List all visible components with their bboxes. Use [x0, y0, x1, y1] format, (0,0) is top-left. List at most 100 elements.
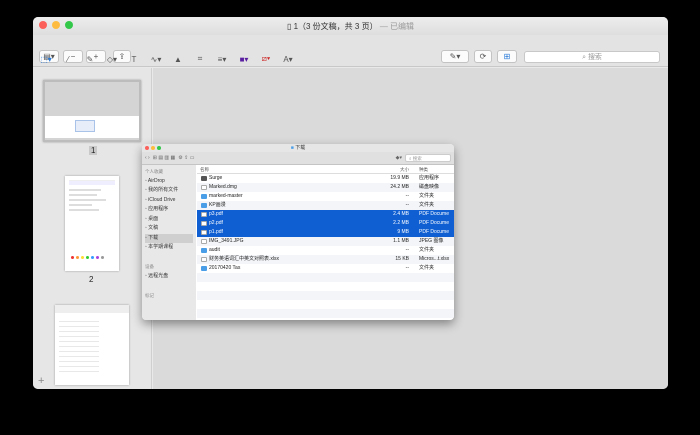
adjust-color-icon[interactable]: ▲	[171, 55, 185, 64]
finder-close-dot	[145, 146, 149, 150]
sketch-icon[interactable]: ✎	[83, 55, 97, 64]
finder-screenshot: ■ 下载 ‹ › ⊞ ▤ ▥ ▦ ⚙ ⇪ ▭ ◆▾ ⌕ 搜索 个人收藏 ◦ Air…	[142, 144, 454, 320]
select-rect-icon[interactable]: ⬚▾	[39, 55, 53, 64]
file-icon	[201, 221, 207, 226]
line-style-icon[interactable]: ≡▾	[215, 55, 229, 64]
tag-dot	[101, 256, 104, 259]
file-size: --	[405, 202, 409, 208]
page-thumbnail-2[interactable]	[65, 176, 119, 271]
file-row: IMG_3491.JPG 1.1 MB JPEG 图像	[197, 237, 454, 246]
file-icon	[201, 185, 207, 190]
shapes-icon[interactable]: ◇▾	[105, 55, 119, 64]
file-row: Surge 19.9 MB 应用程序	[197, 174, 454, 183]
finder-sidebar-header: 个人收藏	[145, 169, 163, 174]
finder-sidebar-header	[145, 253, 193, 263]
crop-icon[interactable]: ⌗	[193, 54, 207, 64]
action-icon: ⚙ ⇪ ▭	[178, 155, 195, 161]
file-kind: PDF Docume	[419, 220, 450, 226]
thumbnail-tag-colors	[71, 256, 104, 259]
tag-dot	[81, 256, 84, 259]
finder-search: ⌕ 搜索	[405, 154, 451, 162]
file-size: 1.1 MB	[393, 238, 409, 244]
add-page-button[interactable]: +	[38, 375, 44, 387]
thumbnail-menu-row	[69, 181, 115, 185]
file-name: Marked.dmg	[209, 184, 237, 190]
finder-file-list: 名称 大小 种类 Surge 19.9 MB 应用程序 Marked.dmg 24.2 …	[197, 165, 454, 320]
file-size: 24.2 MB	[390, 184, 409, 190]
thumbnail-header	[55, 305, 129, 313]
file-row: p1.pdf 9 MB PDF Docume	[197, 228, 454, 237]
thumbnail-menu-row	[69, 194, 97, 196]
file-row: p3.pdf 2.4 MB PDF Docume	[197, 210, 454, 219]
empty-row	[197, 282, 454, 291]
column-kind: 种类	[419, 167, 428, 172]
file-row: marked-master -- 文件夹	[197, 192, 454, 201]
fill-color-icon[interactable]: ⧄▾	[259, 54, 273, 64]
column-name: 名称	[200, 167, 209, 172]
file-kind: 文件夹	[419, 265, 435, 271]
tag-dot	[96, 256, 99, 259]
finder-sidebar-item: ◦ 文稿	[145, 225, 159, 231]
title-bar: ▯ 1（3 份文稿，共 3 页） — 已编辑	[33, 17, 668, 35]
file-name: 20170420 Tas	[209, 265, 241, 271]
finder-title-bar: ■ 下载	[142, 144, 454, 152]
finder-toolbar: ‹ › ⊞ ▤ ▥ ▦ ⚙ ⇪ ▭ ◆▾ ⌕ 搜索	[142, 152, 454, 165]
file-icon	[201, 239, 207, 244]
finder-minimize-dot	[151, 146, 155, 150]
finder-sidebar-item: ◦ 远程光盘	[145, 272, 169, 279]
dropbox-icon: ◆▾	[395, 155, 402, 161]
file-size: 9 MB	[397, 229, 409, 235]
finder-title: 下载	[295, 145, 306, 151]
page-number-2: 2	[89, 275, 94, 284]
file-size: 19.9 MB	[390, 175, 409, 181]
finder-sidebar-header	[145, 281, 193, 291]
file-size: --	[405, 265, 409, 271]
file-kind: 文件夹	[419, 202, 435, 208]
thumbnail-menu	[69, 180, 115, 240]
text-icon[interactable]: T	[127, 55, 141, 64]
tag-dot	[76, 256, 79, 259]
finder-sidebar-item: ◦ iCloud Drive	[145, 196, 176, 203]
file-name: KP画漫	[209, 202, 226, 208]
file-name: p1.pdf	[209, 229, 223, 235]
empty-row	[197, 318, 454, 320]
file-kind: JPEG 图像	[419, 238, 444, 244]
finder-zoom-dot	[157, 146, 161, 150]
window-title: ▯ 1（3 份文稿，共 3 页） — 已编辑	[286, 22, 415, 31]
empty-row	[197, 300, 454, 309]
thumbnail-content	[45, 116, 139, 138]
file-kind: Micros...t.xlsx	[419, 256, 450, 262]
file-kind: 文件夹	[419, 247, 435, 253]
finder-sidebar-item: ◦ 下载	[145, 233, 193, 243]
file-size: --	[405, 193, 409, 199]
finder-sidebar-header: 标记	[145, 292, 154, 298]
thumbnail-window	[75, 120, 95, 132]
file-name: 财务英语词汇中英文对照表.xlsx	[209, 256, 280, 262]
file-name: p3.pdf	[209, 211, 223, 217]
document-icon: ▯	[286, 22, 294, 31]
file-size: 15 KB	[395, 256, 409, 262]
file-row: Marked.dmg 24.2 MB 磁盘映像	[197, 183, 454, 192]
file-icon	[201, 257, 207, 262]
file-icon	[201, 212, 207, 217]
magic-wand-icon[interactable]: ⁄	[61, 55, 75, 64]
folder-icon	[201, 248, 207, 253]
file-kind: 文件夹	[419, 193, 435, 199]
page-thumbnail-1[interactable]	[43, 80, 141, 142]
thumbnail-menu-row	[69, 199, 106, 201]
file-size: --	[405, 247, 409, 253]
text-style-icon[interactable]: A▾	[281, 55, 295, 64]
file-icon	[201, 230, 207, 235]
edited-indicator: — 已编辑	[379, 22, 415, 31]
empty-row	[197, 273, 454, 282]
finder-sidebar-item: ◦ 本学期课程	[145, 244, 174, 250]
file-name: marked-master	[209, 193, 243, 199]
finder-sidebar-item: ◦ 应用程序	[145, 206, 169, 212]
border-color-icon[interactable]: ■▾	[237, 55, 251, 64]
empty-row	[197, 291, 454, 300]
sign-icon[interactable]: ∿▾	[149, 55, 163, 64]
tag-dot	[71, 256, 74, 259]
finder-sidebar-header: 设备	[145, 264, 154, 269]
page-thumbnail-3[interactable]	[55, 305, 129, 385]
file-name: IMG_3491.JPG	[209, 238, 244, 244]
